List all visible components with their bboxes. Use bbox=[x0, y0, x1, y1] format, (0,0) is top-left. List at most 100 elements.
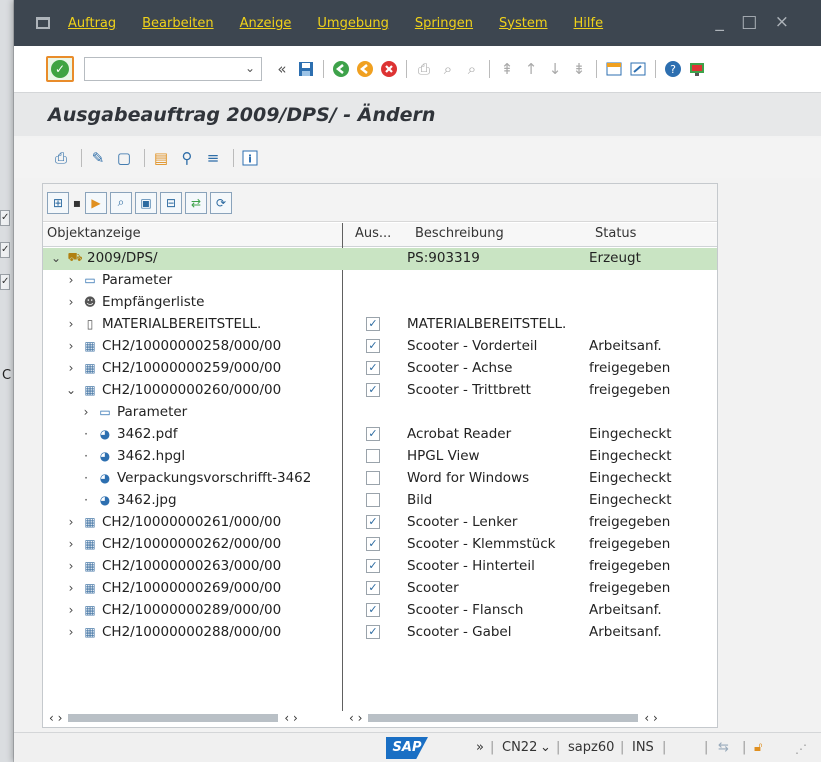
menu-umgebung[interactable]: Umgebung bbox=[317, 16, 388, 31]
shortcut-icon[interactable] bbox=[628, 59, 648, 79]
tree-node-label[interactable]: CH2/10000000288/000/00 bbox=[102, 624, 281, 640]
more-icon[interactable]: ▪ bbox=[72, 192, 82, 214]
binoculars-icon[interactable]: ⚲ bbox=[176, 147, 198, 169]
transfer-icon[interactable]: ⇄ bbox=[185, 191, 207, 214]
scroll-arrows[interactable]: ‹ › bbox=[284, 711, 297, 725]
command-field[interactable]: ⌄ bbox=[84, 57, 262, 81]
output-checkbox[interactable]: ✓ bbox=[366, 383, 380, 397]
first-page-icon[interactable]: ⇞ bbox=[497, 59, 517, 79]
column-header-output[interactable]: Aus... bbox=[355, 226, 391, 241]
output-checkbox[interactable]: ✓ bbox=[366, 515, 380, 529]
resize-grip-icon[interactable]: ⋰ bbox=[795, 742, 807, 756]
output-checkbox[interactable]: ✓ bbox=[366, 361, 380, 375]
output-checkbox[interactable]: ✓ bbox=[366, 317, 380, 331]
back-icon[interactable] bbox=[331, 59, 351, 79]
collapsed-node-icon[interactable]: › bbox=[64, 515, 78, 529]
tree-row[interactable]: · ◕ 3462.hpgl HPGL View Eingecheckt bbox=[43, 446, 717, 468]
tree-node-label[interactable]: 3462.hpgl bbox=[117, 448, 185, 464]
collapsed-node-icon[interactable]: › bbox=[64, 537, 78, 551]
tree-row[interactable]: › ▭ Parameter bbox=[43, 270, 717, 292]
collapsed-node-icon[interactable]: › bbox=[79, 405, 93, 419]
background-checkbox[interactable]: ✓ bbox=[0, 274, 10, 290]
column-header-description[interactable]: Beschreibung bbox=[415, 226, 504, 241]
last-page-icon[interactable]: ⇟ bbox=[569, 59, 589, 79]
scroll-thumb[interactable] bbox=[368, 714, 639, 722]
enter-button[interactable]: ✓ bbox=[46, 56, 74, 82]
customize-layout-icon[interactable] bbox=[687, 59, 707, 79]
left-scrollbar[interactable]: ‹ › ‹ › bbox=[49, 709, 329, 727]
collapse-icon[interactable]: « bbox=[272, 59, 292, 79]
layout-icon[interactable]: ▣ bbox=[135, 191, 157, 214]
scroll-arrows[interactable]: ‹ › bbox=[349, 711, 362, 725]
output-checkbox[interactable] bbox=[366, 493, 380, 507]
background-checkbox[interactable]: ✓ bbox=[0, 210, 10, 226]
previous-page-icon[interactable]: ↑ bbox=[521, 59, 541, 79]
tree-node-label[interactable]: CH2/10000000260/000/00 bbox=[102, 382, 281, 398]
sort-icon[interactable]: ≡ bbox=[202, 147, 224, 169]
collapsed-node-icon[interactable]: › bbox=[64, 581, 78, 595]
menu-springen[interactable]: Springen bbox=[415, 16, 473, 31]
scroll-arrows[interactable]: ‹ › bbox=[49, 711, 62, 725]
new-session-icon[interactable] bbox=[604, 59, 624, 79]
background-checkbox[interactable]: ✓ bbox=[0, 242, 10, 258]
tree-row[interactable]: › ▯ MATERIALBEREITSTELL. ✓ MATERIALBEREITSTE… bbox=[43, 314, 717, 336]
tree-node-label[interactable]: Parameter bbox=[117, 404, 187, 420]
window-controls[interactable]: _ □ × bbox=[715, 12, 795, 32]
scroll-thumb[interactable] bbox=[68, 714, 279, 722]
tree-node-label[interactable]: CH2/10000000289/000/00 bbox=[102, 602, 281, 618]
cancel-icon[interactable] bbox=[379, 59, 399, 79]
expand-status-icon[interactable]: » bbox=[476, 740, 484, 755]
insert-mode[interactable]: INS bbox=[632, 740, 654, 755]
exit-icon[interactable] bbox=[355, 59, 375, 79]
tree-row[interactable]: › ▦ CH2/10000000259/000/00 ✓ Scooter - Achse… bbox=[43, 358, 717, 380]
output-checkbox[interactable]: ✓ bbox=[366, 581, 380, 595]
tree-row[interactable]: › ▦ CH2/10000000269/000/00 ✓ Scooter freigege… bbox=[43, 578, 717, 600]
tree-row[interactable]: › ▦ CH2/10000000261/000/00 ✓ Scooter - Lenke… bbox=[43, 512, 717, 534]
tree-node-label[interactable]: 3462.pdf bbox=[117, 426, 178, 442]
output-checkbox[interactable] bbox=[366, 471, 380, 485]
edit-icon[interactable]: ✎ bbox=[87, 147, 109, 169]
help-icon[interactable]: ? bbox=[663, 59, 683, 79]
select-icon[interactable]: ▶ bbox=[85, 191, 107, 214]
print-icon[interactable]: ⎙ bbox=[50, 147, 72, 169]
info-icon[interactable]: i bbox=[239, 147, 261, 169]
tree-row[interactable]: ⌄ ⛟ 2009/DPS/PS:903319 Erzeugt bbox=[43, 248, 717, 270]
expand-all-icon[interactable]: ⊞ bbox=[47, 191, 69, 214]
chevron-down-icon[interactable]: ⌄ bbox=[245, 61, 255, 75]
tree-node-label[interactable]: Parameter bbox=[102, 272, 172, 288]
expanded-node-icon[interactable]: ⌄ bbox=[64, 383, 78, 397]
tree-row[interactable]: · ◕ Verpackungsvorschrifft-3462 Word for Wi… bbox=[43, 468, 717, 490]
tree-node-label[interactable]: CH2/10000000258/000/00 bbox=[102, 338, 281, 354]
collapsed-node-icon[interactable]: › bbox=[64, 295, 78, 309]
lock-icon[interactable]: 🔓︎ bbox=[754, 740, 762, 755]
menu-hilfe[interactable]: Hilfe bbox=[574, 16, 604, 31]
transaction-code[interactable]: CN22 bbox=[502, 740, 537, 755]
collapsed-node-icon[interactable]: › bbox=[64, 339, 78, 353]
tree-node-label[interactable]: MATERIALBEREITSTELL. bbox=[102, 316, 261, 332]
output-checkbox[interactable]: ✓ bbox=[366, 427, 380, 441]
output-checkbox[interactable] bbox=[366, 449, 380, 463]
output-checkbox[interactable]: ✓ bbox=[366, 603, 380, 617]
column-header-object[interactable]: Objektanzeige bbox=[47, 226, 141, 241]
output-checkbox[interactable]: ✓ bbox=[366, 559, 380, 573]
collapse-all-icon[interactable]: ⊟ bbox=[160, 191, 182, 214]
right-scrollbar[interactable]: ‹ › ‹ › bbox=[349, 709, 714, 727]
collapsed-node-icon[interactable]: › bbox=[64, 273, 78, 287]
find-icon[interactable]: ⌕ bbox=[438, 59, 458, 79]
menu-icon[interactable] bbox=[36, 17, 50, 29]
chevron-down-icon[interactable]: ⌄ bbox=[540, 740, 551, 755]
menu-anzeige[interactable]: Anzeige bbox=[240, 16, 292, 31]
navigation-icon[interactable]: ⇆ bbox=[718, 740, 729, 755]
tree-node-label[interactable]: CH2/10000000261/000/00 bbox=[102, 514, 281, 530]
search-icon[interactable]: ⌕ bbox=[110, 191, 132, 214]
refresh-icon[interactable]: ⟳ bbox=[210, 191, 232, 214]
column-header-status[interactable]: Status bbox=[595, 226, 636, 241]
tree-row[interactable]: › ▭ Parameter bbox=[43, 402, 717, 424]
collapsed-node-icon[interactable]: › bbox=[64, 361, 78, 375]
tree-node-label[interactable]: Verpackungsvorschrifft-3462 bbox=[117, 470, 311, 486]
collapsed-node-icon[interactable]: › bbox=[64, 559, 78, 573]
output-checkbox[interactable]: ✓ bbox=[366, 625, 380, 639]
new-document-icon[interactable]: ▢ bbox=[113, 147, 135, 169]
tree-row[interactable]: › ☻ Empfängerliste bbox=[43, 292, 717, 314]
save-icon[interactable] bbox=[296, 59, 316, 79]
